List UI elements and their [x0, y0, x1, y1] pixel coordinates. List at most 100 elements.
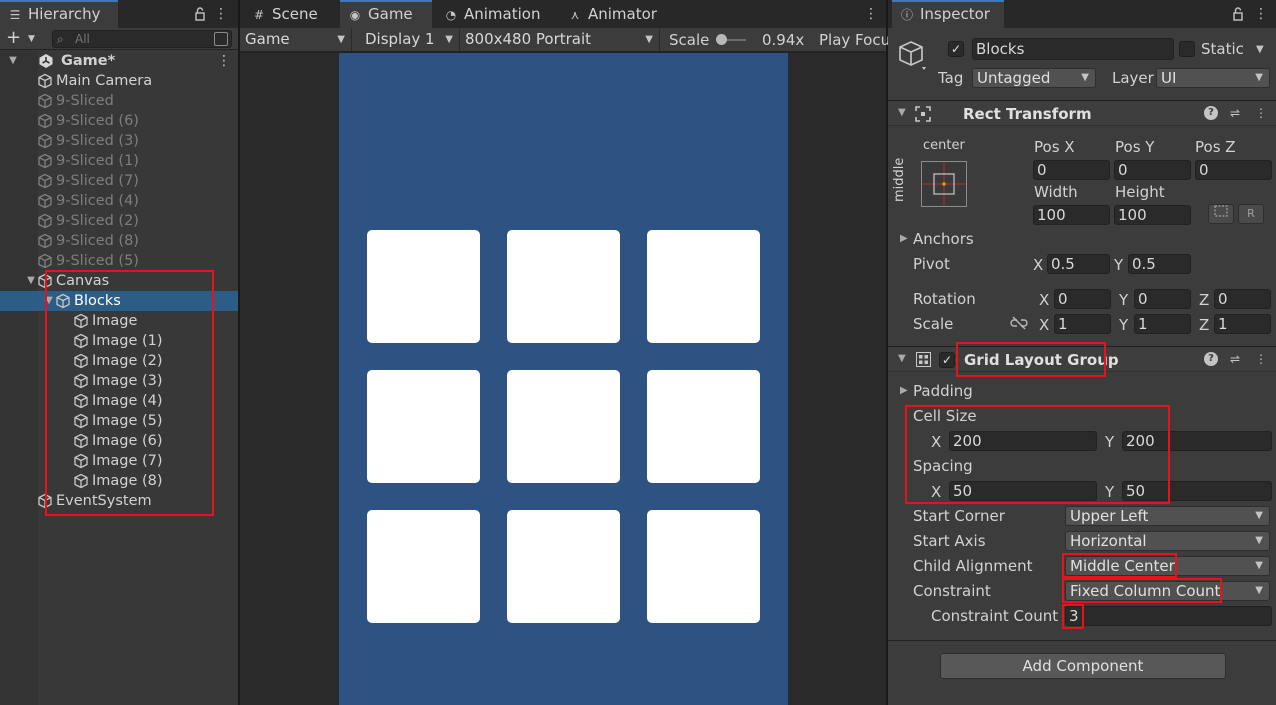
- layer-dropdown[interactable]: UI ▼: [1156, 68, 1270, 88]
- anchors-fold-icon[interactable]: ▶: [900, 229, 908, 249]
- cell-size-x-field[interactable]: 200: [949, 431, 1097, 451]
- rotation-z-field[interactable]: 0: [1214, 289, 1271, 309]
- pos-y-field[interactable]: 0: [1114, 160, 1191, 180]
- hierarchy-item[interactable]: EventSystem: [0, 491, 238, 511]
- scale-label: Scale: [669, 31, 710, 49]
- tab-scene[interactable]: # Scene: [244, 0, 340, 28]
- rotation-y-field[interactable]: 0: [1134, 289, 1191, 309]
- padding-label[interactable]: Padding: [913, 381, 973, 401]
- rotation-x-field[interactable]: 0: [1054, 289, 1111, 309]
- grid-layout-group-header[interactable]: ▼ ✓ Grid Layout Group ? ⇌ ⋮: [888, 346, 1276, 372]
- scale-y-field[interactable]: 1: [1134, 314, 1191, 334]
- fold-arrow-icon[interactable]: ▼: [898, 353, 906, 364]
- start-axis-dropdown[interactable]: Horizontal ▼: [1065, 531, 1270, 551]
- create-button[interactable]: +: [6, 29, 21, 47]
- child-alignment-dropdown[interactable]: Middle Center ▼: [1065, 556, 1270, 576]
- tab-animator[interactable]: ⋏ Animator: [560, 0, 670, 28]
- tab-inspector[interactable]: ⓘ Inspector: [892, 0, 1004, 28]
- lock-icon[interactable]: [194, 7, 206, 21]
- scale-x-field[interactable]: 1: [1054, 314, 1111, 334]
- hierarchy-item[interactable]: 9-Sliced (5): [0, 251, 238, 271]
- rect-transform-header[interactable]: ▼ Rect Transform ? ⇌ ⋮: [888, 100, 1276, 126]
- gameobject-icon[interactable]: [896, 38, 930, 72]
- constraint-dropdown[interactable]: Fixed Column Count ▼: [1065, 581, 1270, 601]
- play-focused-dropdown[interactable]: Play Focu: [819, 30, 890, 50]
- object-name-field[interactable]: Blocks: [972, 38, 1174, 60]
- presets-icon[interactable]: ⇌: [1228, 352, 1242, 366]
- hierarchy-item[interactable]: Image (2): [0, 351, 238, 371]
- width-field[interactable]: 100: [1033, 205, 1110, 225]
- hierarchy-item[interactable]: Image: [0, 311, 238, 331]
- hierarchy-item[interactable]: 9-Sliced (1): [0, 151, 238, 171]
- spacing-y-field[interactable]: 50: [1122, 481, 1272, 501]
- search-by-type-icon[interactable]: [214, 32, 228, 46]
- fold-arrow-icon[interactable]: ▼: [898, 107, 906, 118]
- hierarchy-item[interactable]: Image (8): [0, 471, 238, 491]
- tab-game[interactable]: ◉ Game: [340, 0, 432, 28]
- fold-arrow-icon[interactable]: ▼: [25, 271, 37, 291]
- scale-slider[interactable]: [716, 28, 756, 51]
- padding-fold-icon[interactable]: ▶: [900, 381, 908, 401]
- anchors-label[interactable]: Anchors: [913, 229, 974, 249]
- scene-root-item[interactable]: ▼ Game* ⋮: [0, 51, 238, 71]
- static-dropdown-icon[interactable]: ▼: [1256, 44, 1264, 55]
- hierarchy-item[interactable]: 9-Sliced: [0, 91, 238, 111]
- search-input[interactable]: [75, 31, 205, 47]
- hierarchy-item[interactable]: Image (6): [0, 431, 238, 451]
- hierarchy-search[interactable]: ⌕: [52, 30, 232, 48]
- more-options-icon[interactable]: ⋮: [1254, 7, 1268, 21]
- help-icon[interactable]: ?: [1204, 352, 1218, 366]
- raw-edit-button[interactable]: R: [1238, 204, 1264, 224]
- hierarchy-item[interactable]: 9-Sliced (2): [0, 211, 238, 231]
- cell-size-y-field[interactable]: 200: [1122, 431, 1272, 451]
- hierarchy-item[interactable]: 9-Sliced (4): [0, 191, 238, 211]
- fold-arrow-icon[interactable]: ▼: [7, 51, 19, 71]
- blueprint-mode-button[interactable]: [1208, 204, 1234, 224]
- lock-icon[interactable]: [1232, 7, 1244, 21]
- tab-animation[interactable]: ◔ Animation: [436, 0, 560, 28]
- more-options-icon[interactable]: ⋮: [1254, 352, 1268, 366]
- pos-z-field[interactable]: 0: [1195, 160, 1272, 180]
- constrain-proportions-icon[interactable]: [1010, 316, 1028, 330]
- hierarchy-item[interactable]: Image (7): [0, 451, 238, 471]
- tab-hierarchy[interactable]: ☰ Hierarchy: [0, 0, 118, 28]
- hierarchy-item[interactable]: 9-Sliced (7): [0, 171, 238, 191]
- tag-dropdown[interactable]: Untagged ▼: [972, 68, 1096, 88]
- constraint-count-field[interactable]: 3: [1065, 606, 1272, 626]
- hierarchy-item[interactable]: Image (3): [0, 371, 238, 391]
- hierarchy-item[interactable]: ▼ Canvas: [0, 271, 238, 291]
- more-options-icon[interactable]: ⋮: [217, 54, 231, 68]
- add-component-button[interactable]: Add Component: [940, 653, 1226, 679]
- pivot-x-field[interactable]: 0.5: [1047, 254, 1110, 274]
- hierarchy-item[interactable]: Image (1): [0, 331, 238, 351]
- static-checkbox[interactable]: [1179, 41, 1195, 57]
- resolution-dropdown[interactable]: 800x480 Portrait ▼: [460, 28, 660, 51]
- hierarchy-item[interactable]: 9-Sliced (3): [0, 131, 238, 151]
- hierarchy-item[interactable]: Image (4): [0, 391, 238, 411]
- start-corner-dropdown[interactable]: Upper Left ▼: [1065, 506, 1270, 526]
- hierarchy-item[interactable]: 9-Sliced (8): [0, 231, 238, 251]
- help-icon[interactable]: ?: [1204, 106, 1218, 120]
- game-mode-dropdown[interactable]: Game ▼: [240, 28, 352, 51]
- hierarchy-item[interactable]: Image (5): [0, 411, 238, 431]
- image-block: [647, 370, 760, 483]
- hierarchy-item[interactable]: Main Camera: [0, 71, 238, 91]
- height-field[interactable]: 100: [1114, 205, 1191, 225]
- anchor-presets-button[interactable]: [921, 161, 967, 207]
- presets-icon[interactable]: ⇌: [1228, 106, 1242, 120]
- active-checkbox[interactable]: ✓: [948, 41, 964, 57]
- hierarchy-item[interactable]: ▼ Blocks: [0, 291, 238, 311]
- pos-x-field[interactable]: 0: [1033, 160, 1110, 180]
- more-options-icon[interactable]: ⋮: [214, 7, 228, 21]
- scale-z-field[interactable]: 1: [1214, 314, 1271, 334]
- display-dropdown[interactable]: Display 1 ▼: [360, 28, 460, 51]
- spacing-x-field[interactable]: 50: [949, 481, 1097, 501]
- fold-arrow-icon[interactable]: ▼: [43, 291, 55, 311]
- more-options-icon[interactable]: ⋮: [864, 7, 878, 21]
- more-options-icon[interactable]: ⋮: [1254, 106, 1268, 120]
- chevron-down-icon[interactable]: ▼: [28, 34, 35, 44]
- scale-slider-knob[interactable]: [716, 34, 727, 45]
- grid-layout-enabled-checkbox[interactable]: ✓: [939, 352, 955, 368]
- hierarchy-item[interactable]: 9-Sliced (6): [0, 111, 238, 131]
- pivot-y-field[interactable]: 0.5: [1128, 254, 1191, 274]
